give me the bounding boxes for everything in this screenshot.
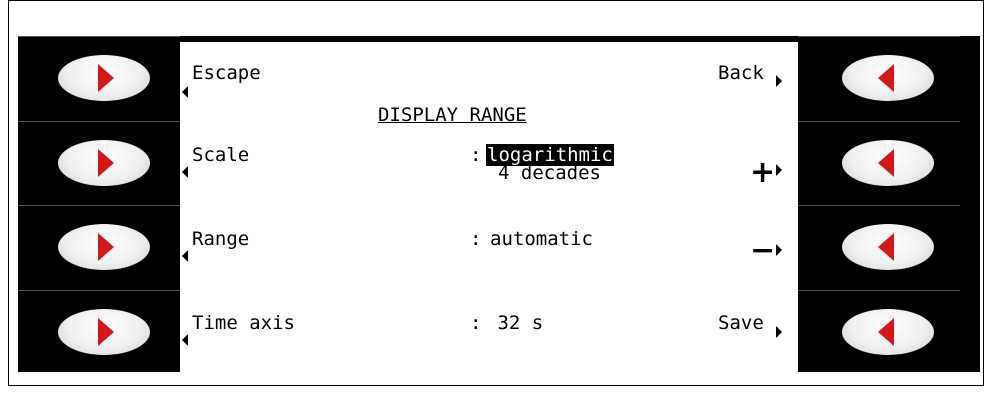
back-pointer-icon <box>776 75 782 87</box>
right-arrow-icon <box>98 317 114 346</box>
right-button-cell-3 <box>798 205 960 288</box>
range-value[interactable]: automatic <box>490 228 593 250</box>
range-pointer-icon <box>182 250 188 262</box>
left-button-cell-2 <box>18 120 180 203</box>
right-arrow-icon <box>98 233 114 261</box>
minus-softkey-label[interactable]: − <box>750 236 775 266</box>
save-softkey-label[interactable]: Save <box>718 312 764 334</box>
time-axis-separator: : <box>470 312 482 334</box>
right-softkey-1[interactable] <box>842 55 934 101</box>
left-button-cell-1 <box>18 36 180 119</box>
lcd-screen: Escape Back DISPLAY RANGE Scale : logari… <box>180 42 798 372</box>
time-axis-value[interactable]: 32 s <box>486 312 543 334</box>
plus-pointer-icon <box>776 164 782 176</box>
left-arrow-icon <box>878 148 894 177</box>
left-softkey-2[interactable] <box>58 139 150 186</box>
left-button-cell-4 <box>18 289 180 372</box>
save-pointer-icon <box>776 326 782 338</box>
scale-pointer-icon <box>182 166 188 178</box>
scale-separator: : <box>470 144 482 166</box>
right-button-column <box>798 36 960 372</box>
right-softkey-4[interactable] <box>842 308 934 355</box>
right-softkey-2[interactable] <box>842 139 934 186</box>
right-button-cell-4 <box>798 289 960 372</box>
left-button-column <box>18 36 180 372</box>
left-softkey-3[interactable] <box>58 224 150 270</box>
time-axis-label[interactable]: Time axis <box>192 312 295 334</box>
control-panel: Escape Back DISPLAY RANGE Scale : logari… <box>18 36 980 372</box>
minus-pointer-icon <box>776 244 782 256</box>
plus-softkey-label[interactable]: + <box>750 158 775 188</box>
page-title: DISPLAY RANGE <box>378 104 527 126</box>
left-softkey-4[interactable] <box>58 308 150 355</box>
left-softkey-1[interactable] <box>58 55 150 101</box>
right-arrow-icon <box>98 64 114 92</box>
left-arrow-icon <box>878 233 894 261</box>
right-softkey-3[interactable] <box>842 224 934 270</box>
time-axis-pointer-icon <box>182 334 188 346</box>
escape-softkey-label[interactable]: Escape <box>192 62 261 84</box>
scale-label[interactable]: Scale <box>192 144 249 166</box>
right-button-cell-2 <box>798 120 960 203</box>
left-arrow-icon <box>878 64 894 92</box>
right-arrow-icon <box>98 148 114 177</box>
left-button-cell-3 <box>18 205 180 288</box>
range-label[interactable]: Range <box>192 228 249 250</box>
range-separator: : <box>470 228 482 250</box>
escape-pointer-icon <box>182 86 188 98</box>
scale-decades-value: 4 decades <box>498 162 601 184</box>
back-softkey-label[interactable]: Back <box>718 62 764 84</box>
left-arrow-icon <box>878 317 894 346</box>
right-button-cell-1 <box>798 36 960 119</box>
